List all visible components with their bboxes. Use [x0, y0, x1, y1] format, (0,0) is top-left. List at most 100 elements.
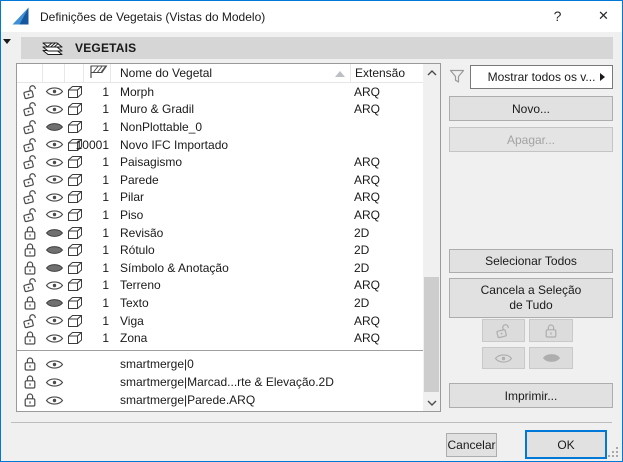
solid-view-icon[interactable] — [65, 243, 84, 257]
eye-open-icon[interactable] — [43, 86, 65, 97]
layer-name[interactable]: Símbolo & Anotação — [111, 261, 350, 275]
layer-name[interactable]: Morph — [111, 85, 350, 99]
intersection-number[interactable]: 1 — [84, 120, 111, 134]
lock-closed-icon[interactable] — [17, 392, 43, 408]
lock-open-icon[interactable] — [17, 119, 43, 135]
layer-row[interactable]: 1 NonPlottable_0 — [17, 118, 423, 136]
collapse-triangle-icon[interactable] — [3, 39, 11, 44]
eye-open-icon[interactable] — [43, 104, 65, 115]
layer-name[interactable]: smartmerge|0 — [111, 357, 350, 371]
layer-name[interactable]: Zona — [111, 331, 350, 345]
delete-layer-button[interactable]: Apagar... — [449, 127, 613, 152]
solid-view-icon[interactable] — [65, 314, 84, 328]
eye-open-icon[interactable] — [43, 157, 65, 168]
layer-row[interactable]: 1 Parede ARQ — [17, 171, 423, 189]
layer-name[interactable]: NonPlottable_0 — [111, 120, 350, 134]
resize-grip[interactable] — [608, 447, 619, 458]
eye-open-icon[interactable] — [43, 174, 65, 185]
solid-view-icon[interactable] — [65, 226, 84, 240]
intersection-number[interactable]: 1 — [84, 85, 111, 99]
layer-name[interactable]: Novo IFC Importado — [111, 138, 350, 152]
scroll-down-button[interactable] — [423, 394, 440, 411]
eye-open-icon[interactable] — [43, 280, 65, 291]
intersection-column-header[interactable] — [84, 64, 111, 82]
solid-view-icon[interactable] — [65, 85, 84, 99]
intersection-number[interactable]: 1 — [84, 226, 111, 240]
eye-open-icon[interactable] — [43, 333, 65, 344]
layer-name[interactable]: smartmerge|Marcad...rte & Elevação.2D — [111, 375, 350, 389]
lock-open-icon[interactable] — [17, 154, 43, 170]
solid-view-icon[interactable] — [65, 331, 84, 345]
cancel-button[interactable]: Cancelar — [446, 433, 497, 457]
layer-name[interactable]: Pilar — [111, 190, 350, 204]
intersection-number[interactable]: 1 — [84, 296, 111, 310]
lock-closed-icon[interactable] — [17, 356, 43, 372]
solid-view-icon[interactable] — [65, 102, 84, 116]
layer-name[interactable]: Muro & Gradil — [111, 102, 350, 116]
layer-row[interactable]: 1 Piso ARQ — [17, 206, 423, 224]
extension-column-header[interactable]: Extensão — [350, 64, 423, 82]
layer-row[interactable]: 1 Terreno ARQ — [17, 277, 423, 295]
lock-open-icon[interactable] — [17, 313, 43, 329]
layer-name[interactable]: Viga — [111, 314, 350, 328]
eye-open-icon[interactable] — [43, 395, 65, 406]
layer-row[interactable]: 1 Zona ARQ — [17, 329, 423, 347]
lock-open-icon[interactable] — [17, 101, 43, 117]
close-button[interactable]: ✕ — [588, 1, 619, 31]
solid-view-icon[interactable] — [65, 261, 84, 275]
layer-row[interactable]: 1 Símbolo & Anotação 2D — [17, 259, 423, 277]
name-column-header[interactable]: Nome do Vegetal — [111, 64, 350, 82]
intersection-number[interactable]: 1 — [84, 208, 111, 222]
eye-closed-icon[interactable] — [43, 122, 65, 132]
layer-row[interactable]: 1 Paisagismo ARQ — [17, 153, 423, 171]
hide-selected-button[interactable] — [529, 347, 573, 369]
layer-row[interactable]: 1 Pilar ARQ — [17, 189, 423, 207]
layer-name[interactable]: Piso — [111, 208, 350, 222]
show-all-layers-button[interactable]: Mostrar todos os v... — [470, 65, 613, 89]
eye-closed-icon[interactable] — [43, 245, 65, 255]
layer-name[interactable]: Parede — [111, 173, 350, 187]
eye-open-icon[interactable] — [43, 192, 65, 203]
lock-open-icon[interactable] — [17, 207, 43, 223]
lock-open-icon[interactable] — [17, 84, 43, 100]
layer-row[interactable]: 10001 Novo IFC Importado — [17, 136, 423, 154]
smartmerge-row[interactable]: smartmerge|0 — [17, 355, 423, 373]
lock-selected-button[interactable] — [529, 319, 573, 342]
lock-closed-icon[interactable] — [17, 225, 43, 241]
layer-name[interactable]: Texto — [111, 296, 350, 310]
solid-column-header[interactable] — [65, 64, 84, 82]
lock-closed-icon[interactable] — [17, 374, 43, 390]
select-all-button[interactable]: Selecionar Todos — [449, 249, 613, 273]
unlock-selected-button[interactable] — [482, 319, 525, 342]
eye-closed-icon[interactable] — [43, 263, 65, 273]
eye-column-header[interactable] — [43, 64, 65, 82]
intersection-number[interactable]: 1 — [84, 331, 111, 345]
layer-name[interactable]: Rótulo — [111, 243, 350, 257]
show-selected-button[interactable] — [482, 347, 525, 369]
eye-open-icon[interactable] — [43, 377, 65, 388]
eye-open-icon[interactable] — [43, 139, 65, 150]
intersection-number[interactable]: 1 — [84, 102, 111, 116]
layer-name[interactable]: smartmerge|Parede.ARQ — [111, 393, 350, 407]
layer-row[interactable]: 1 Rótulo 2D — [17, 241, 423, 259]
lock-closed-icon[interactable] — [17, 242, 43, 258]
solid-view-icon[interactable] — [65, 155, 84, 169]
lock-closed-icon[interactable] — [17, 260, 43, 276]
ok-button[interactable]: OK — [525, 430, 607, 459]
scrollbar-thumb[interactable] — [424, 277, 439, 392]
layer-name[interactable]: Terreno — [111, 278, 350, 292]
intersection-number[interactable]: 1 — [84, 190, 111, 204]
solid-view-icon[interactable] — [65, 208, 84, 222]
intersection-number[interactable]: 10001 — [84, 138, 111, 152]
solid-view-icon[interactable] — [65, 296, 84, 310]
eye-closed-icon[interactable] — [43, 298, 65, 308]
deselect-all-button[interactable]: Cancela a Seleção de Tudo — [449, 278, 613, 318]
solid-view-icon[interactable] — [65, 120, 84, 134]
layer-row[interactable]: 1 Viga ARQ — [17, 312, 423, 330]
new-layer-button[interactable]: Novo... — [449, 96, 613, 121]
layer-name[interactable]: Paisagismo — [111, 155, 350, 169]
help-button[interactable]: ? — [542, 1, 573, 31]
solid-view-icon[interactable] — [65, 173, 84, 187]
smartmerge-row[interactable]: smartmerge|Parede.ARQ — [17, 391, 423, 409]
eye-open-icon[interactable] — [43, 359, 65, 370]
